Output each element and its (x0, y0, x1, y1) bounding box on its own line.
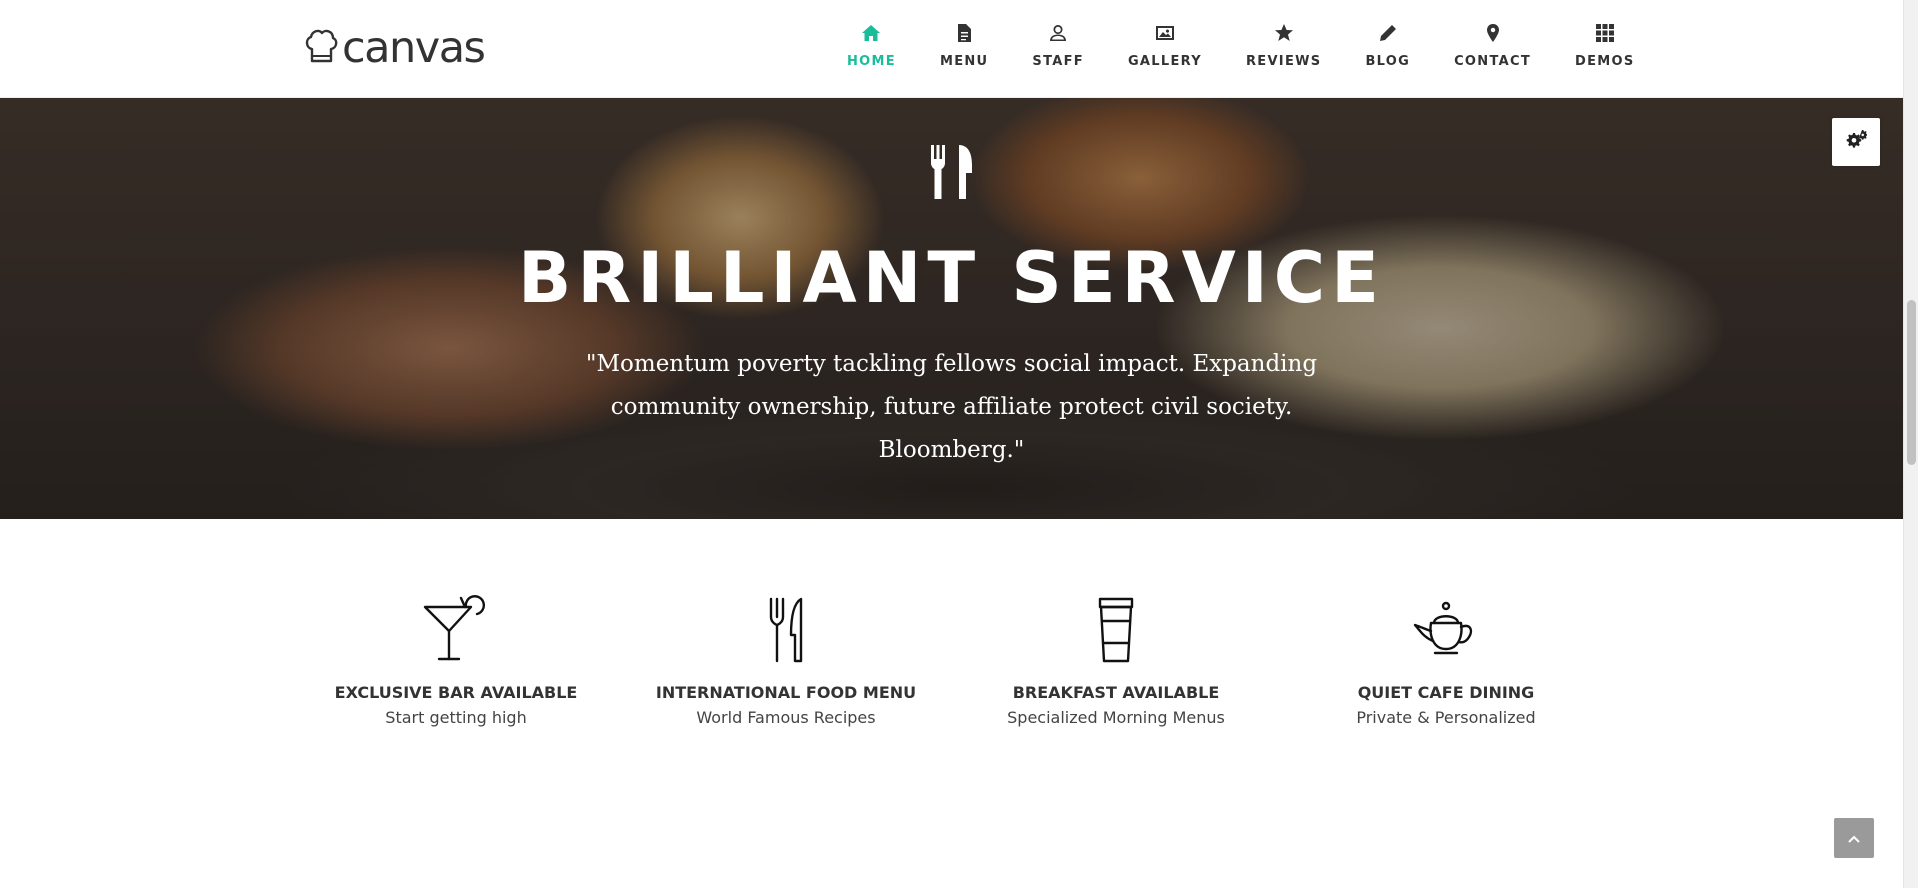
features-section: EXCLUSIVE BAR AVAILABLE Start getting hi… (0, 519, 1903, 888)
feature-item: INTERNATIONAL FOOD MENU World Famous Rec… (646, 595, 926, 727)
feature-item: BREAKFAST AVAILABLE Specialized Morning … (976, 595, 1256, 727)
pencil-icon (1377, 22, 1399, 44)
chef-hat-icon (304, 27, 338, 69)
nav-label: STAFF (1032, 54, 1084, 69)
feature-subtitle: Specialized Morning Menus (1007, 708, 1225, 727)
nav-label: CONTACT (1454, 54, 1531, 69)
map-pin-icon (1482, 22, 1504, 44)
hero-title: BRILLIANT SERVICE (518, 237, 1385, 319)
scrollbar-thumb[interactable] (1907, 300, 1916, 465)
nav-label: HOME (847, 54, 896, 69)
nav-item-gallery[interactable]: GALLERY (1106, 0, 1224, 98)
nav-item-menu[interactable]: MENU (918, 0, 1010, 98)
star-icon (1273, 22, 1295, 44)
feature-subtitle: World Famous Recipes (696, 708, 876, 727)
hero-section: BRILLIANT SERVICE "Momentum poverty tack… (0, 98, 1903, 519)
feature-item: EXCLUSIVE BAR AVAILABLE Start getting hi… (316, 595, 596, 727)
grid-icon (1594, 22, 1616, 44)
gears-icon (1845, 129, 1867, 155)
feature-subtitle: Private & Personalized (1356, 708, 1536, 727)
nav-label: DEMOS (1575, 54, 1635, 69)
nav-item-staff[interactable]: STAFF (1010, 0, 1106, 98)
main-nav: HOME MENU STAFF GALLERY REVIEWS BLOG CON… (825, 0, 1657, 98)
back-to-top-button[interactable] (1834, 818, 1874, 858)
feature-title: QUIET CAFE DINING (1357, 683, 1535, 702)
nav-label: GALLERY (1127, 54, 1202, 69)
nav-label: REVIEWS (1245, 54, 1322, 69)
home-icon (860, 22, 882, 44)
chevron-up-icon (1847, 829, 1861, 848)
teapot-icon (1411, 595, 1481, 665)
feature-item: QUIET CAFE DINING Private & Personalized (1306, 595, 1586, 727)
feature-subtitle: Start getting high (385, 708, 527, 727)
nav-item-reviews[interactable]: REVIEWS (1224, 0, 1343, 98)
picture-icon (1154, 22, 1176, 44)
feature-title: BREAKFAST AVAILABLE (1012, 683, 1220, 702)
coffee-cup-icon (1081, 595, 1151, 665)
logo-text: canvas (342, 23, 486, 73)
nav-item-contact[interactable]: CONTACT (1432, 0, 1553, 98)
nav-item-demos[interactable]: DEMOS (1553, 0, 1657, 98)
user-icon (1047, 22, 1069, 44)
nav-item-blog[interactable]: BLOG (1343, 0, 1432, 98)
fork-knife-icon (928, 143, 974, 201)
nav-label: BLOG (1365, 54, 1411, 69)
nav-item-home[interactable]: HOME (825, 0, 918, 98)
page-scrollbar[interactable] (1903, 0, 1918, 888)
nav-label: MENU (939, 54, 989, 69)
hero-quote: "Momentum poverty tackling fellows socia… (585, 351, 1318, 463)
site-header: canvas HOME MENU STAFF GALLERY REVIEWS B… (0, 0, 1903, 98)
feature-title: INTERNATIONAL FOOD MENU (655, 683, 917, 702)
cocktail-glass-icon (421, 595, 491, 665)
document-icon (953, 22, 975, 44)
fork-knife-icon (751, 595, 821, 665)
settings-button[interactable] (1832, 118, 1880, 166)
logo[interactable]: canvas (304, 23, 486, 73)
feature-title: EXCLUSIVE BAR AVAILABLE (334, 683, 578, 702)
